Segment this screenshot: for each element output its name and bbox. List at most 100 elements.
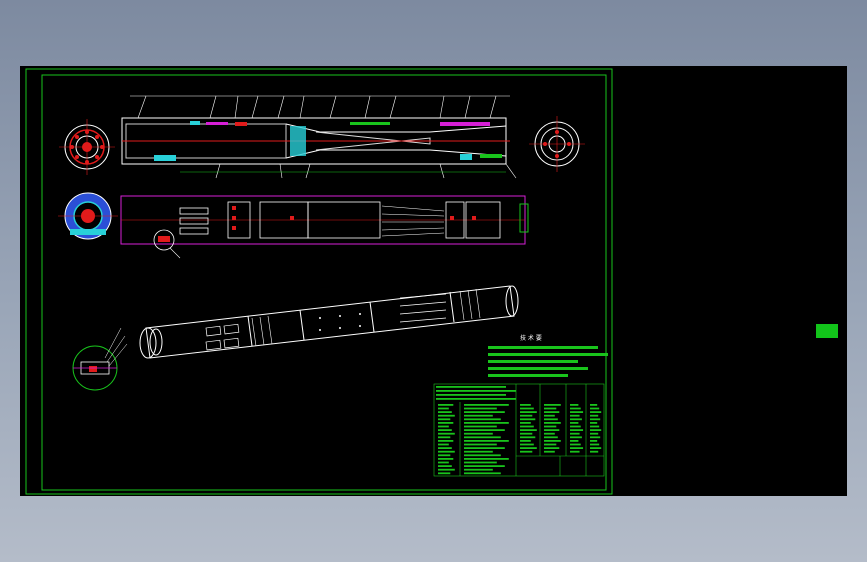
bom-cell-text bbox=[464, 425, 497, 428]
bom-cell-text bbox=[544, 407, 557, 410]
bom-cell-text bbox=[570, 436, 582, 439]
bom-cell-text bbox=[590, 404, 598, 406]
side-indicator-tag[interactable] bbox=[816, 324, 838, 338]
bom-cell-text bbox=[570, 411, 584, 413]
bom-cell-text bbox=[544, 447, 560, 449]
bom-cell-text bbox=[590, 411, 602, 413]
bom-cell-text bbox=[570, 404, 579, 406]
bom-header-text bbox=[436, 394, 506, 396]
bom-cell-text bbox=[590, 436, 601, 439]
bom-cell-text bbox=[464, 450, 493, 453]
notes-heading: 技 术 要 bbox=[520, 334, 542, 342]
bom-cell-text bbox=[570, 407, 581, 410]
cross-section-view bbox=[58, 192, 118, 240]
section-seal-cyan bbox=[154, 155, 176, 161]
left-end-view bbox=[59, 119, 115, 175]
sheet-inner-frame bbox=[41, 74, 607, 491]
bom-cell-text bbox=[438, 458, 454, 460]
bom-cell-text bbox=[438, 461, 449, 464]
plan-view bbox=[120, 195, 529, 259]
bom-cell-text bbox=[464, 440, 509, 442]
bom-cell-text bbox=[464, 461, 497, 464]
bom-cell-text bbox=[544, 436, 558, 439]
bom-cell-text bbox=[520, 440, 531, 442]
bom-cell-text bbox=[438, 454, 451, 457]
bom-cell-text bbox=[520, 450, 533, 453]
bom-cell-text bbox=[520, 447, 537, 449]
bom-cell-text bbox=[464, 418, 501, 421]
bom-cell-text bbox=[590, 443, 600, 446]
bom-cell-text bbox=[438, 414, 455, 417]
technical-notes: 技 术 要 bbox=[488, 334, 608, 377]
bom-cell-text bbox=[438, 422, 454, 424]
bom-header-text bbox=[436, 390, 516, 392]
detail-view-circle bbox=[72, 327, 128, 391]
bom-cell-text bbox=[590, 440, 598, 442]
bom-cell-text bbox=[590, 425, 600, 428]
bom-cell-text bbox=[590, 407, 600, 410]
longitudinal-section-view bbox=[121, 95, 517, 179]
right-end-view bbox=[529, 116, 585, 172]
bom-cell-text bbox=[544, 418, 558, 421]
bom-cell-text bbox=[464, 407, 497, 410]
bom-cell-text bbox=[570, 432, 580, 435]
bom-rows bbox=[436, 386, 602, 475]
bom-cell-text bbox=[438, 447, 452, 449]
iso-body bbox=[145, 285, 515, 359]
bom-cell-text bbox=[570, 422, 579, 424]
bom-cell-text bbox=[438, 472, 451, 475]
bom-cell-text bbox=[544, 411, 560, 413]
bom-cell-text bbox=[520, 407, 534, 410]
bom-cell-text bbox=[464, 436, 501, 439]
bom-cell-text bbox=[438, 407, 449, 410]
bom-cell-text bbox=[438, 432, 455, 435]
bom-cell-text bbox=[464, 447, 505, 449]
bom-cell-text bbox=[438, 404, 454, 406]
bom-cell-text bbox=[438, 411, 452, 413]
bom-cell-text bbox=[544, 422, 561, 424]
bom-cell-text bbox=[544, 443, 557, 446]
bom-cell-text bbox=[590, 447, 602, 449]
bom-cell-text bbox=[520, 414, 533, 417]
bom-cell-text bbox=[464, 429, 505, 431]
cad-drawing-canvas: 技 术 要 bbox=[25, 68, 613, 495]
bom-cell-text bbox=[544, 414, 555, 417]
bom-cell-text bbox=[464, 465, 505, 467]
bom-cell-text bbox=[438, 436, 451, 439]
bom-cell-text bbox=[520, 411, 537, 413]
bom-cell-text bbox=[520, 432, 533, 435]
bom-cell-text bbox=[570, 418, 582, 421]
bom-cell-text bbox=[438, 465, 452, 467]
bom-cell-text bbox=[438, 468, 455, 471]
bom-cell-text bbox=[570, 414, 580, 417]
bom-cell-text bbox=[570, 425, 581, 428]
bom-cell-text bbox=[570, 443, 581, 446]
section-spring-magenta bbox=[206, 122, 228, 125]
bom-cell-text bbox=[590, 422, 598, 424]
bom-cell-text bbox=[438, 429, 452, 431]
bom-cell-text bbox=[520, 404, 531, 406]
bom-cell-text bbox=[590, 418, 601, 421]
bom-cell-text bbox=[590, 450, 599, 453]
bom-cell-text bbox=[570, 429, 584, 431]
bom-cell-text bbox=[544, 429, 560, 431]
section-bearing-cyan bbox=[290, 126, 306, 156]
bom-cell-text bbox=[464, 443, 497, 446]
bom-cell-text bbox=[438, 425, 449, 428]
bom-cell-text bbox=[544, 404, 561, 406]
bom-cell-text bbox=[464, 454, 501, 457]
bom-cell-text bbox=[438, 443, 449, 446]
bom-cell-text bbox=[570, 440, 579, 442]
bom-cell-text bbox=[570, 447, 584, 449]
bom-cell-text bbox=[544, 440, 561, 442]
bom-cell-text bbox=[464, 414, 493, 417]
bom-cell-text bbox=[464, 472, 501, 475]
bom-header-text bbox=[436, 386, 506, 388]
isometric-3d-view bbox=[139, 285, 519, 359]
bom-cell-text bbox=[590, 414, 599, 417]
bom-cell-text bbox=[520, 422, 531, 424]
cad-viewport[interactable]: 技 术 要 bbox=[20, 66, 847, 496]
bom-cell-text bbox=[520, 429, 537, 431]
bom-cell-text bbox=[438, 450, 455, 453]
bom-cell-text bbox=[520, 436, 536, 439]
